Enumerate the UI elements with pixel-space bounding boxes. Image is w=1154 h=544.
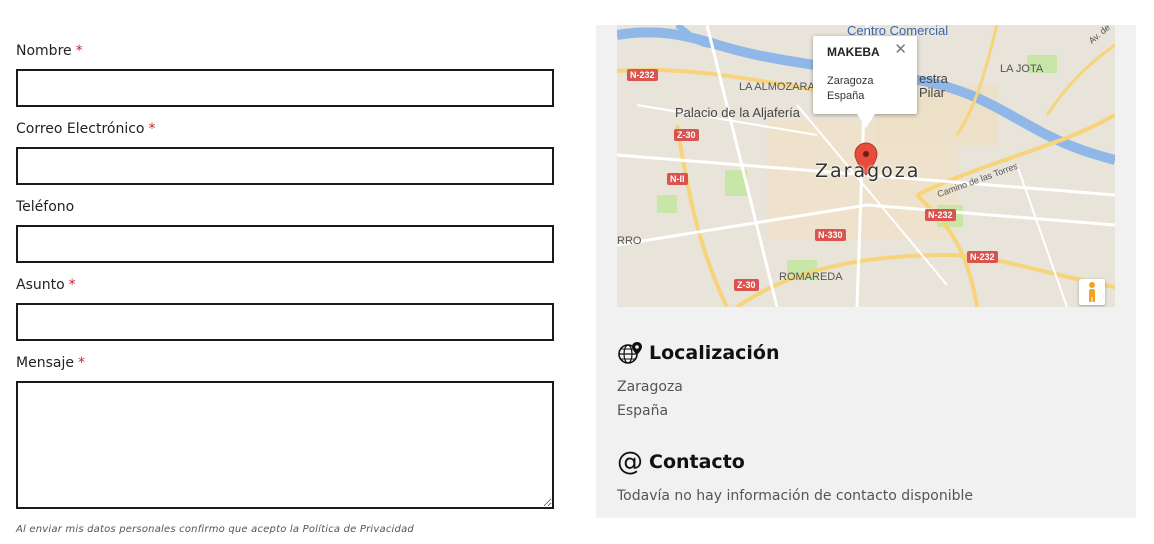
map-label-la-jota: LA JOTA: [1000, 63, 1044, 75]
globe-pin-icon: [617, 340, 643, 366]
road-badge: N-232: [627, 69, 658, 81]
email-label-text: Correo Electrónico: [16, 121, 145, 137]
name-label-text: Nombre: [16, 43, 72, 59]
map[interactable]: Centro Comercial LA ALMOZARA LA JOTA Pal…: [617, 25, 1115, 307]
close-icon[interactable]: ✕: [894, 42, 907, 57]
name-input[interactable]: [16, 69, 554, 107]
privacy-note: Al enviar mis datos personales confirmo …: [16, 524, 414, 535]
map-label-rro: RRO: [617, 235, 642, 247]
phone-label-text: Teléfono: [16, 199, 75, 215]
map-label-estra: estra: [919, 71, 948, 86]
at-icon: @: [617, 449, 643, 475]
road-badge: Z-30: [734, 279, 759, 291]
popup-city: Zaragoza: [827, 75, 874, 87]
map-label-la-almozara: LA ALMOZARA: [739, 81, 815, 93]
info-panel: Centro Comercial LA ALMOZARA LA JOTA Pal…: [596, 25, 1136, 518]
popup-country: España: [827, 90, 865, 102]
phone-input[interactable]: [16, 225, 554, 263]
road-badge: N-232: [925, 209, 956, 221]
message-label-text: Mensaje: [16, 355, 74, 371]
map-city-label: Zaragoza: [815, 160, 921, 182]
map-info-window: MAKEBA ✕ Zaragoza España: [813, 36, 917, 128]
message-textarea[interactable]: [16, 381, 554, 509]
popup-title: MAKEBA: [827, 45, 880, 59]
street-view-pegman-icon[interactable]: [1079, 279, 1105, 305]
location-heading: Localización: [617, 339, 780, 367]
subject-input[interactable]: [16, 303, 554, 341]
map-marker-dot: [863, 151, 869, 157]
contact-form: Nombre * Correo Electrónico * Teléfono Asu…: [16, 40, 554, 509]
phone-label: Teléfono: [16, 196, 554, 218]
required-mark: *: [148, 121, 156, 137]
location-city: Zaragoza: [617, 379, 683, 395]
subject-label-text: Asunto: [16, 277, 65, 293]
location-title: Localización: [649, 342, 780, 364]
map-label-romareda: ROMAREDA: [779, 271, 843, 283]
contact-text: Todavía no hay información de contacto d…: [617, 488, 973, 504]
required-mark: *: [75, 43, 83, 59]
road-badge: N-330: [815, 229, 846, 241]
park-area: [657, 195, 677, 213]
location-country: España: [617, 403, 669, 419]
contact-page: Nombre * Correo Electrónico * Teléfono Asu…: [0, 0, 1154, 544]
contact-heading: @ Contacto: [617, 448, 745, 476]
email-input[interactable]: [16, 147, 554, 185]
map-label-pilar: Pilar: [919, 85, 946, 100]
map-label-palacio: Palacio de la Aljafería: [675, 105, 801, 120]
name-label: Nombre *: [16, 40, 554, 62]
email-label: Correo Electrónico *: [16, 118, 554, 140]
contact-title: Contacto: [649, 451, 745, 473]
at-icon-glyph: @: [617, 447, 643, 477]
road-badge: N-II: [667, 173, 688, 185]
message-label: Mensaje *: [16, 352, 554, 374]
road-badge: Z-30: [674, 129, 699, 141]
subject-label: Asunto *: [16, 274, 554, 296]
required-mark: *: [68, 277, 76, 293]
required-mark: *: [77, 355, 85, 371]
road-badge: N-232: [967, 251, 998, 263]
